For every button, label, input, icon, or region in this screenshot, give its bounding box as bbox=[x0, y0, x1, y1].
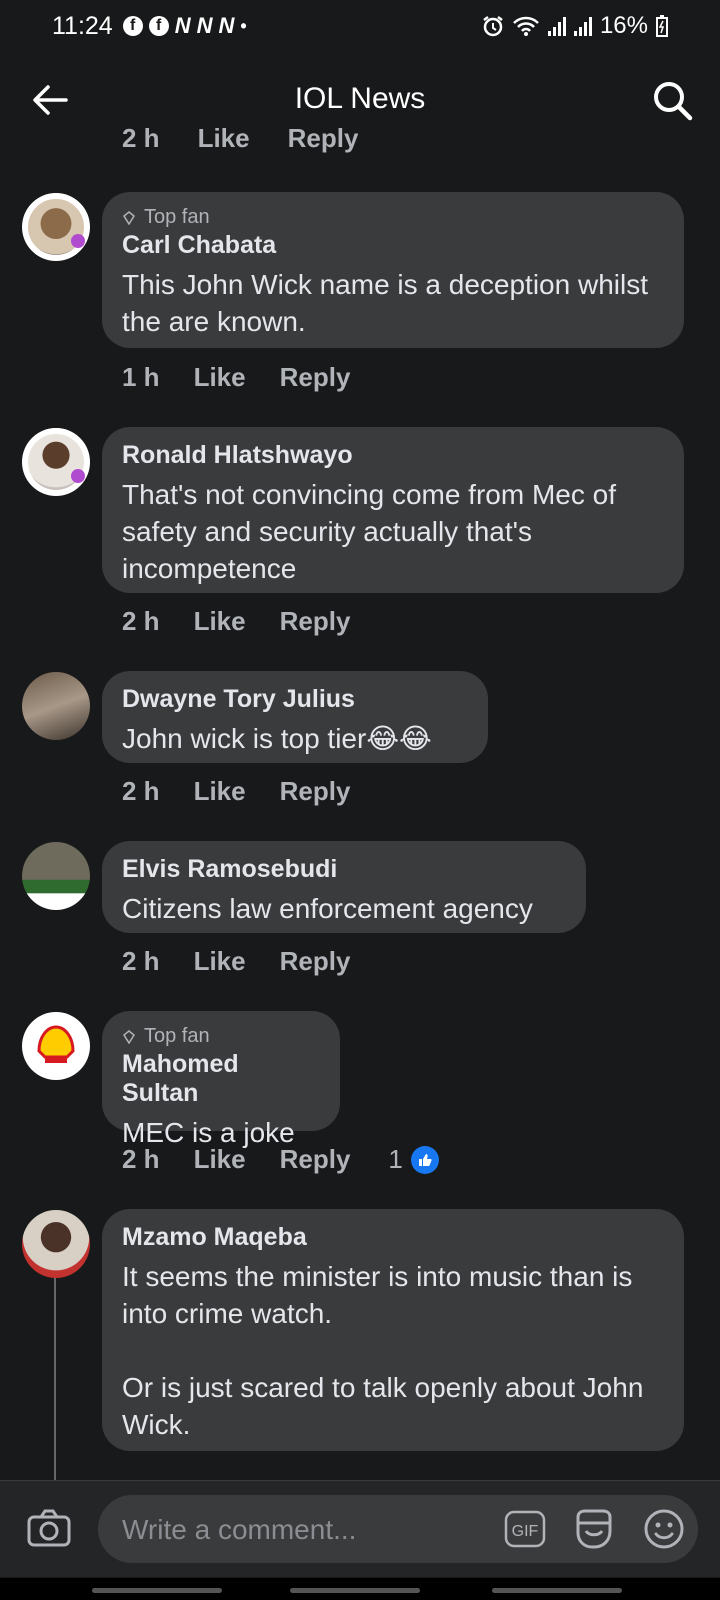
gif-icon[interactable]: GIF bbox=[504, 1509, 546, 1549]
thread-line bbox=[54, 1276, 56, 1480]
avatar[interactable] bbox=[22, 428, 90, 496]
like-button[interactable]: Like bbox=[194, 606, 246, 637]
top-fan-badge: Top fan bbox=[122, 1025, 320, 1048]
avatar[interactable] bbox=[22, 1012, 90, 1080]
comment-author[interactable]: Elvis Ramosebudi bbox=[122, 855, 566, 884]
comment-text: John wick is top tier😂😂 bbox=[122, 723, 432, 754]
like-button[interactable]: Like bbox=[194, 1144, 246, 1175]
comment-actions: 2 h Like Reply 1 bbox=[122, 1144, 439, 1175]
reaction-count: 1 bbox=[388, 1144, 403, 1174]
previous-comment-actions: 2 h Like Reply bbox=[122, 128, 358, 154]
like-button[interactable]: Like bbox=[194, 776, 246, 807]
signal-icon bbox=[547, 16, 566, 36]
status-bar: 11:24 f f N N N • 16% bbox=[0, 0, 720, 52]
battery-charging-icon bbox=[656, 15, 668, 37]
thumbs-up-icon bbox=[410, 1145, 439, 1174]
comment-time: 2 h bbox=[122, 1144, 160, 1174]
reaction-summary[interactable]: 1 bbox=[388, 1144, 439, 1175]
facebook-icon: f bbox=[148, 16, 169, 36]
like-button[interactable]: Like bbox=[194, 362, 246, 393]
signal-icon bbox=[573, 16, 592, 36]
reply-button[interactable]: Reply bbox=[280, 362, 351, 393]
comment-bubble[interactable]: Top fan Carl Chabata This John Wick name… bbox=[102, 192, 684, 348]
comment-actions: 1 h Like Reply bbox=[122, 362, 350, 393]
comment-time: 2 h bbox=[122, 128, 160, 153]
reply-button[interactable]: Reply bbox=[280, 606, 351, 637]
system-nav-bar bbox=[0, 1578, 720, 1600]
more-notifications-dot-icon: • bbox=[240, 15, 247, 36]
top-fan-badge: Top fan bbox=[122, 206, 664, 229]
diamond-icon bbox=[123, 1029, 135, 1044]
nav-back-button[interactable] bbox=[492, 1588, 622, 1593]
sticker-icon[interactable] bbox=[572, 1507, 616, 1551]
comment-bubble[interactable]: Top fan Mahomed Sultan MEC is a joke bbox=[102, 1011, 340, 1148]
reply-button[interactable]: Reply bbox=[280, 1144, 351, 1175]
shell-logo-icon bbox=[37, 1025, 75, 1063]
avatar[interactable] bbox=[22, 672, 90, 740]
comment-time: 2 h bbox=[122, 606, 160, 636]
news24-icon: N bbox=[218, 13, 235, 38]
alarm-icon bbox=[483, 16, 503, 37]
avatar[interactable] bbox=[22, 842, 90, 910]
status-time: 11:24 bbox=[52, 11, 113, 40]
app-bar: IOL News bbox=[0, 60, 720, 138]
comment-author[interactable]: Ronald Hlatshwayo bbox=[122, 441, 664, 470]
news24-icon: N bbox=[196, 13, 213, 38]
comment-input-placeholder[interactable]: Write a comment... bbox=[122, 1514, 356, 1546]
page-title: IOL News bbox=[294, 82, 426, 115]
notification-icons: f f N N N • bbox=[122, 13, 247, 39]
comment-bubble[interactable]: Ronald Hlatshwayo That's not convincing … bbox=[102, 427, 684, 593]
camera-icon[interactable] bbox=[26, 1505, 72, 1551]
comment-actions: 2 h Like Reply bbox=[122, 776, 350, 807]
avatar[interactable] bbox=[22, 1210, 90, 1278]
like-button[interactable]: Like bbox=[198, 128, 250, 154]
gif-label: GIF bbox=[512, 1523, 539, 1540]
facebook-icon: f bbox=[122, 16, 143, 36]
search-icon[interactable] bbox=[650, 78, 694, 122]
comment-text: It seems the minister is into music than… bbox=[122, 1261, 644, 1440]
back-arrow-icon[interactable] bbox=[28, 78, 72, 122]
reply-button[interactable]: Reply bbox=[288, 128, 359, 154]
comment-bubble[interactable]: Elvis Ramosebudi Citizens law enforcemen… bbox=[102, 841, 586, 933]
comment-time: 1 h bbox=[122, 362, 160, 392]
battery-level: 16% bbox=[599, 12, 648, 39]
comment-text: This John Wick name is a deception whils… bbox=[122, 269, 648, 337]
vaccine-frame-icon bbox=[22, 428, 90, 496]
reply-button[interactable]: Reply bbox=[280, 776, 351, 807]
news24-icon: N bbox=[174, 13, 191, 38]
comment-author[interactable]: Carl Chabata bbox=[122, 231, 664, 260]
nav-recents-button[interactable] bbox=[92, 1588, 222, 1593]
avatar[interactable] bbox=[22, 193, 90, 261]
comment-author[interactable]: Dwayne Tory Julius bbox=[122, 685, 468, 714]
comment-author[interactable]: Mahomed Sultan bbox=[122, 1050, 320, 1108]
like-button[interactable]: Like bbox=[194, 946, 246, 977]
emoji-icon[interactable] bbox=[642, 1507, 686, 1551]
comment-text: That's not convincing come from Mec of s… bbox=[122, 479, 616, 584]
comment-actions: 2 h Like Reply bbox=[122, 946, 350, 977]
comment-text: Citizens law enforcement agency bbox=[122, 893, 533, 924]
comment-actions: 2 h Like Reply bbox=[122, 606, 350, 637]
comment-time: 2 h bbox=[122, 946, 160, 976]
vaccine-frame-icon bbox=[22, 193, 90, 261]
nav-home-button[interactable] bbox=[290, 1588, 420, 1593]
reply-button[interactable]: Reply bbox=[280, 946, 351, 977]
wifi-icon bbox=[513, 16, 539, 36]
comment-author[interactable]: Mzamo Maqeba bbox=[122, 1223, 664, 1252]
comment-bubble[interactable]: Dwayne Tory Julius John wick is top tier… bbox=[102, 671, 488, 763]
diamond-icon bbox=[123, 210, 135, 225]
comment-time: 2 h bbox=[122, 776, 160, 806]
comment-composer: Write a comment... GIF bbox=[0, 1480, 720, 1577]
comment-bubble[interactable]: Mzamo Maqeba It seems the minister is in… bbox=[102, 1209, 684, 1451]
